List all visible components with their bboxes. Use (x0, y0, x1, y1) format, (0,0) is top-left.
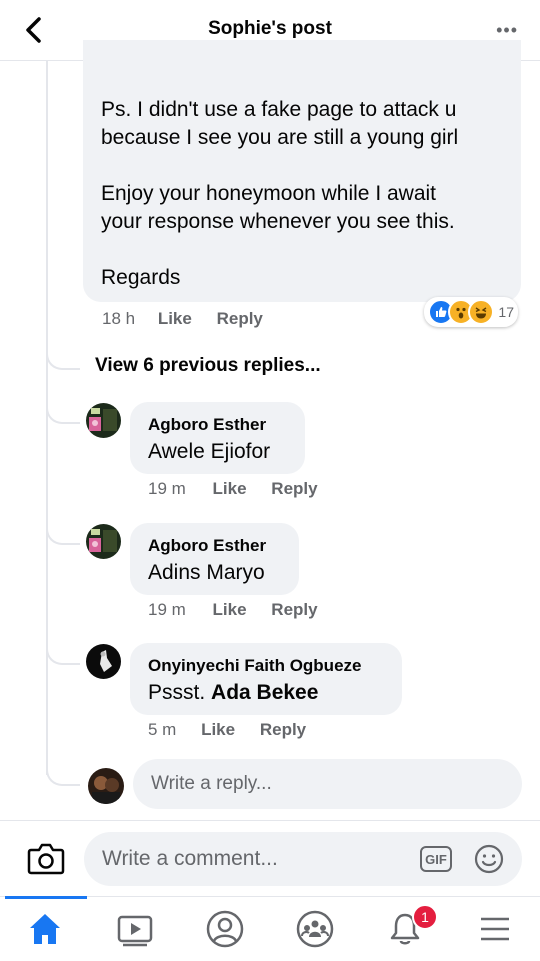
notifications-badge: 1 (412, 904, 438, 930)
reply-time: 19 m (148, 600, 186, 619)
reply-input[interactable]: Write a reply... (133, 759, 522, 809)
main-comment-time: 18 h (102, 309, 136, 328)
reply-reply-button[interactable]: Reply (260, 720, 306, 739)
reply-like-button[interactable]: Like (213, 479, 247, 498)
reply-text-prefix: Pssst. (148, 681, 206, 704)
comment-input[interactable]: Write a comment... GIF (84, 832, 522, 886)
reply-reply-button[interactable]: Reply (271, 479, 317, 498)
thread-connector (46, 404, 80, 424)
avatar (88, 768, 124, 804)
reply-meta: 19 m Like Reply (148, 479, 318, 499)
active-tab-indicator (5, 896, 87, 899)
thread-connector (46, 645, 80, 665)
reply-text: Awele Ejiofor (148, 440, 271, 463)
home-icon[interactable] (25, 909, 65, 949)
watch-icon[interactable] (115, 909, 155, 949)
avatar[interactable] (86, 403, 121, 438)
gif-button[interactable]: GIF (420, 846, 452, 872)
reply-text: Adins Maryo (148, 561, 265, 584)
thread-connector (46, 350, 80, 370)
main-comment-bubble: Ps. I didn't use a fake page to attack u… (83, 40, 521, 302)
thread-line (46, 60, 48, 775)
main-comment-meta: 18 h Like Reply (102, 309, 263, 329)
reply-text: Pssst. Ada Bekee (148, 681, 361, 705)
reaction-count: 17 (498, 304, 514, 320)
comment-input-placeholder: Write a comment... (102, 847, 278, 870)
more-options-icon[interactable]: ••• (496, 20, 518, 41)
divider (0, 820, 540, 821)
page-title: Sophie's post (208, 18, 332, 39)
main-comment-text: Ps. I didn't use a fake page to attack u… (101, 98, 459, 289)
thread-connector (46, 525, 80, 545)
view-previous-replies-link[interactable]: View 6 previous replies... (95, 355, 321, 377)
avatar[interactable] (86, 644, 121, 679)
profile-icon[interactable] (205, 909, 245, 949)
reply-meta: 19 m Like Reply (148, 600, 318, 620)
groups-icon[interactable] (295, 909, 335, 949)
reply-bubble: Onyinyechi Faith Ogbueze Pssst. Ada Beke… (130, 643, 402, 715)
reply-author[interactable]: Onyinyechi Faith Ogbueze (148, 656, 361, 676)
reply-bubble: Agboro Esther Awele Ejiofor (130, 402, 305, 474)
reply-like-button[interactable]: Like (213, 600, 247, 619)
haha-icon (468, 299, 495, 325)
camera-icon[interactable] (27, 840, 65, 876)
reply-time: 19 m (148, 479, 186, 498)
menu-icon[interactable] (475, 909, 515, 949)
reply-input-placeholder: Write a reply... (151, 773, 272, 794)
reactions-summary[interactable]: 17 (424, 297, 518, 327)
reply-like-button[interactable]: Like (201, 720, 235, 739)
reply-author[interactable]: Agboro Esther (148, 536, 266, 556)
reply-reply-button[interactable]: Reply (271, 600, 317, 619)
main-comment-like-button[interactable]: Like (158, 309, 192, 328)
thread-connector (46, 766, 80, 786)
reply-bubble: Agboro Esther Adins Maryo (130, 523, 299, 595)
emoji-icon[interactable] (474, 844, 504, 874)
tagged-user-link[interactable]: Ada Bekee (211, 681, 318, 704)
reply-meta: 5 m Like Reply (148, 720, 306, 740)
avatar[interactable] (86, 524, 121, 559)
reply-time: 5 m (148, 720, 177, 739)
reply-author[interactable]: Agboro Esther (148, 415, 270, 435)
main-comment-reply-button[interactable]: Reply (217, 309, 263, 328)
bottom-tab-bar (0, 896, 540, 961)
